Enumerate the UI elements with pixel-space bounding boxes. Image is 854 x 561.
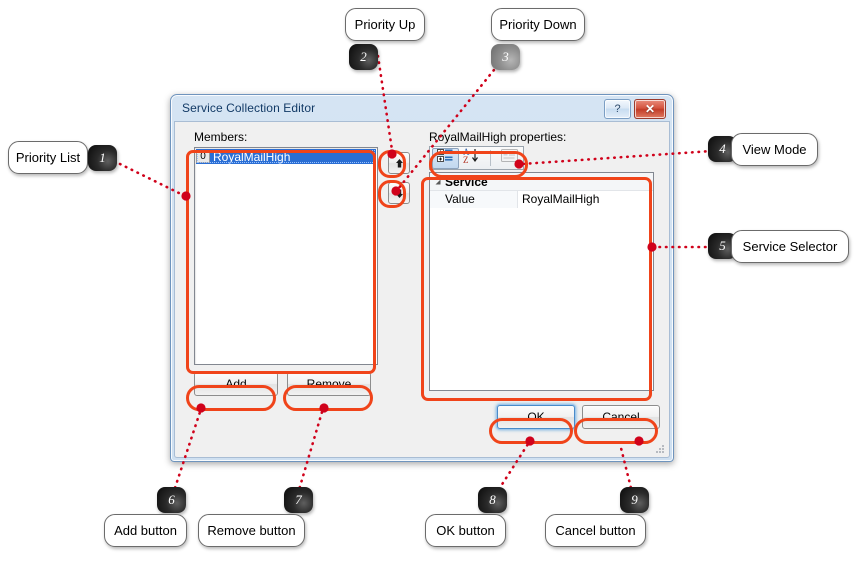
list-item-index: 0 [196, 150, 210, 163]
members-label: Members: [194, 130, 248, 144]
toolbar-separator [490, 150, 492, 166]
callout-badge-7: 7 [284, 487, 313, 513]
property-row[interactable]: Value RoyalMailHigh [430, 191, 653, 208]
categorized-view-button[interactable] [432, 147, 459, 169]
screenshot-stage: Service Collection Editor ? ✕ Members: 0… [0, 0, 854, 561]
callout-badge-9: 9 [620, 487, 649, 513]
alphabetical-sort-button[interactable]: A Z [461, 147, 488, 169]
property-category-label: Service [445, 174, 488, 189]
dialog-title: Service Collection Editor [182, 101, 316, 115]
list-item-label: RoyalMailHigh [213, 149, 291, 164]
property-pages-button[interactable] [496, 148, 523, 169]
arrow-up-icon [394, 158, 405, 169]
callout-badge-1: 1 [88, 145, 117, 171]
callout-label-7: Remove button [198, 514, 305, 547]
property-name: Value [430, 191, 518, 208]
close-button[interactable]: ✕ [634, 99, 666, 119]
collapse-triangle-icon[interactable] [430, 178, 445, 186]
cancel-button[interactable]: Cancel [582, 405, 660, 429]
callout-label-6: Add button [104, 514, 187, 547]
window-buttons: ? ✕ [604, 99, 666, 119]
property-grid[interactable]: Service Value RoyalMailHigh [429, 172, 654, 391]
add-button[interactable]: Add [194, 372, 278, 396]
svg-text:Z: Z [463, 155, 469, 164]
property-pages-icon [501, 148, 519, 168]
priority-up-button[interactable] [388, 152, 410, 174]
callout-badge-2: 2 [349, 44, 378, 70]
property-category-row[interactable]: Service [430, 173, 653, 191]
property-toolbar: A Z [429, 146, 524, 170]
callout-badge-3: 3 [491, 44, 520, 70]
priority-down-button[interactable] [388, 182, 410, 204]
callout-label-4: View Mode [731, 133, 818, 166]
remove-button[interactable]: Remove [287, 372, 371, 396]
help-button[interactable]: ? [604, 99, 631, 119]
alphabetical-sort-icon: A Z [463, 147, 485, 169]
members-listbox[interactable]: 0 RoyalMailHigh [194, 147, 378, 365]
resize-grip[interactable] [653, 442, 666, 455]
callout-badge-8: 8 [478, 487, 507, 513]
callout-badge-6: 6 [157, 487, 186, 513]
callout-label-5: Service Selector [731, 230, 849, 263]
service-collection-editor-dialog: Service Collection Editor ? ✕ Members: 0… [170, 94, 674, 462]
dialog-client-area: Members: 0 RoyalMailHigh RoyalMailHigh p… [174, 121, 670, 458]
list-item[interactable]: 0 RoyalMailHigh [196, 149, 376, 164]
callout-label-2: Priority Up [345, 8, 425, 41]
callout-label-1: Priority List [8, 141, 88, 174]
property-value[interactable]: RoyalMailHigh [518, 191, 653, 208]
dialog-titlebar[interactable]: Service Collection Editor ? ✕ [174, 97, 670, 121]
categorized-view-icon [437, 148, 453, 168]
callout-label-3: Priority Down [491, 8, 585, 41]
callout-label-9: Cancel button [545, 514, 646, 547]
callout-label-8: OK button [425, 514, 506, 547]
arrow-down-icon [394, 188, 405, 199]
properties-label: RoyalMailHigh properties: [429, 130, 567, 144]
ok-button[interactable]: OK [497, 405, 575, 429]
